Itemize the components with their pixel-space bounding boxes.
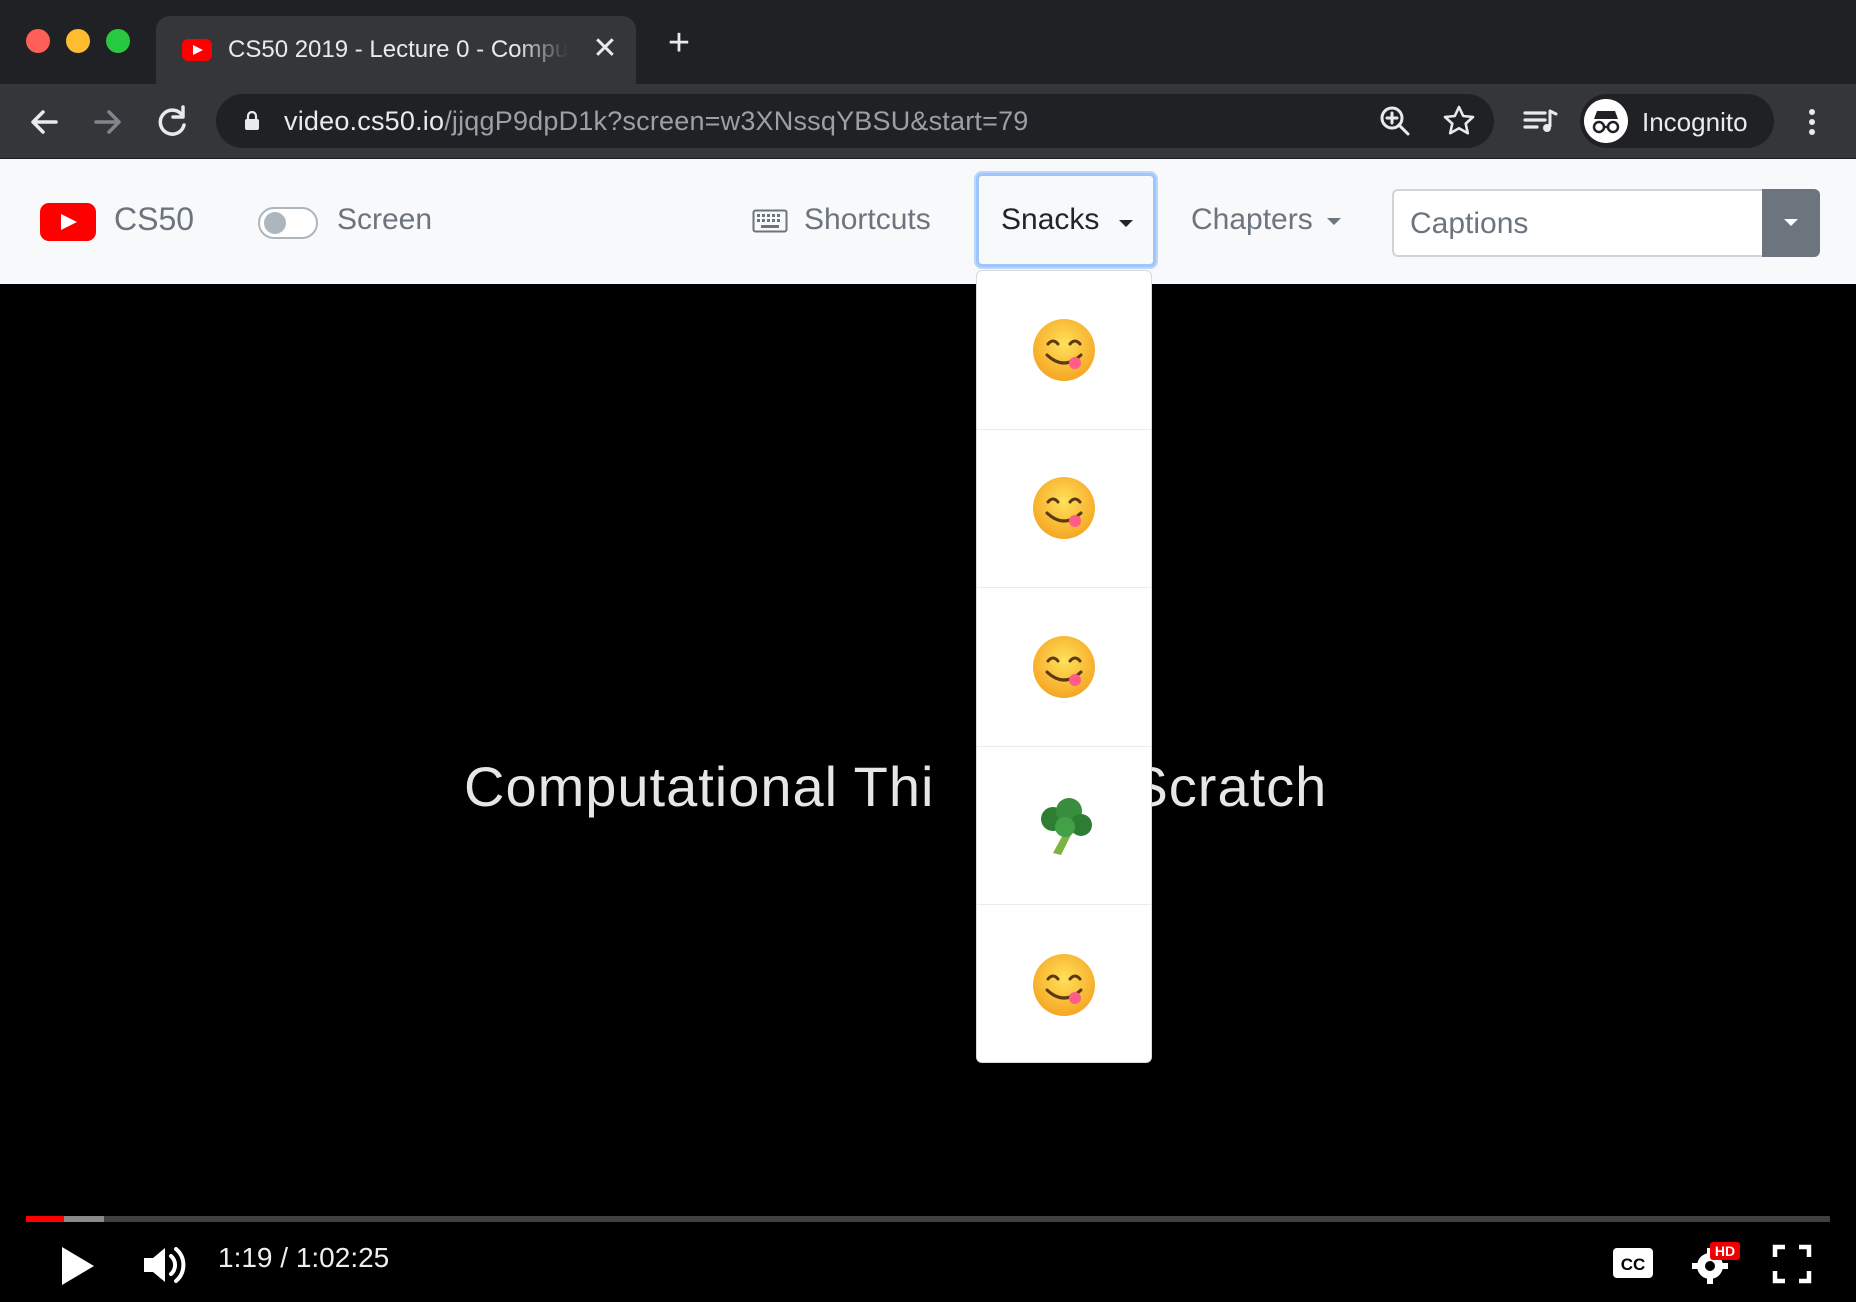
window-minimize-button[interactable]: [66, 29, 90, 53]
screen-toggle-label[interactable]: Screen: [337, 203, 432, 237]
youtube-logo-icon[interactable]: [40, 203, 96, 241]
snack-item[interactable]: [977, 588, 1151, 747]
browser-tab-strip: CS50 2019 - Lecture 0 - Computational Th…: [0, 0, 1856, 84]
face-savoring-food-icon: [1033, 953, 1095, 1016]
face-savoring-food-icon: [1033, 477, 1095, 540]
incognito-profile-button[interactable]: Incognito: [1580, 94, 1774, 148]
snack-item[interactable]: [977, 905, 1151, 1062]
bookmark-star-icon[interactable]: [1442, 104, 1476, 138]
shortcuts-link[interactable]: Shortcuts: [804, 203, 931, 237]
window-zoom-button[interactable]: [106, 29, 130, 53]
tab-close-icon[interactable]: ✕: [590, 34, 620, 64]
captions-input[interactable]: Captions: [1410, 207, 1528, 241]
time-display: 1:19 / 1:02:25: [218, 1242, 390, 1273]
lock-icon: [245, 111, 259, 130]
hd-badge: HD: [1710, 1242, 1740, 1260]
snack-item[interactable]: [977, 747, 1151, 906]
incognito-label: Incognito: [1642, 107, 1748, 137]
browser-tab-active[interactable]: CS50 2019 - Lecture 0 - Computational Th…: [156, 16, 636, 84]
captions-select[interactable]: Captions: [1392, 189, 1820, 257]
chapters-dropdown-toggle[interactable]: Chapters: [1191, 203, 1341, 237]
snack-item[interactable]: [977, 430, 1151, 589]
video-slide-title: Computational Thi Scratch: [464, 755, 1328, 818]
face-savoring-food-icon: [1033, 318, 1095, 381]
browser-toolbar: video.cs50.io/jjqgP9dpD1k?screen=w3XNssq…: [0, 84, 1856, 159]
broccoli-icon: [1041, 797, 1092, 855]
screen-toggle[interactable]: [258, 207, 318, 239]
svg-text:CC: CC: [1621, 1255, 1646, 1274]
chapters-label: Chapters: [1191, 203, 1313, 236]
snacks-dropdown-menu: [976, 270, 1152, 1063]
snack-item[interactable]: [977, 271, 1151, 430]
tab-title: CS50 2019 - Lecture 0 - Computational Th…: [228, 36, 568, 63]
forward-arrow-icon[interactable]: [88, 102, 128, 142]
closed-captions-icon[interactable]: CC: [1612, 1246, 1654, 1280]
video-progress-bar[interactable]: [26, 1216, 1830, 1222]
caret-down-icon: [1119, 220, 1133, 227]
zoom-icon[interactable]: [1378, 104, 1412, 138]
incognito-icon: [1584, 99, 1628, 143]
browser-menu-icon[interactable]: [1792, 102, 1832, 142]
volume-icon[interactable]: [140, 1240, 190, 1290]
brand-link[interactable]: CS50: [114, 201, 194, 238]
media-control-icon[interactable]: [1520, 102, 1560, 142]
youtube-favicon-icon: [182, 39, 212, 61]
window-close-button[interactable]: [26, 29, 50, 53]
face-savoring-food-icon: [1033, 635, 1095, 698]
snacks-label: Snacks: [1001, 203, 1100, 236]
fullscreen-icon[interactable]: [1772, 1244, 1812, 1284]
snacks-dropdown-toggle[interactable]: Snacks: [976, 173, 1156, 267]
app-navbar: CS50 Screen Shortcuts Snacks Chapters Ca…: [0, 159, 1856, 284]
caret-down-icon: [1326, 217, 1341, 225]
caret-down-icon: [1784, 219, 1798, 226]
reload-icon[interactable]: [152, 102, 192, 142]
screen-toggle-knob: [264, 212, 286, 234]
progress-played: [26, 1216, 64, 1222]
video-player[interactable]: Computational Thi Scratch 1:19 / 1:02:25 …: [0, 284, 1856, 1302]
play-icon[interactable]: [58, 1244, 98, 1288]
captions-dropdown-button[interactable]: [1762, 189, 1820, 257]
new-tab-button[interactable]: +: [664, 24, 694, 62]
url-text: video.cs50.io/jjqgP9dpD1k?screen=w3XNssq…: [284, 106, 1029, 136]
back-arrow-icon[interactable]: [24, 102, 64, 142]
keyboard-icon: [752, 209, 788, 233]
address-bar[interactable]: video.cs50.io/jjqgP9dpD1k?screen=w3XNssq…: [216, 94, 1494, 148]
